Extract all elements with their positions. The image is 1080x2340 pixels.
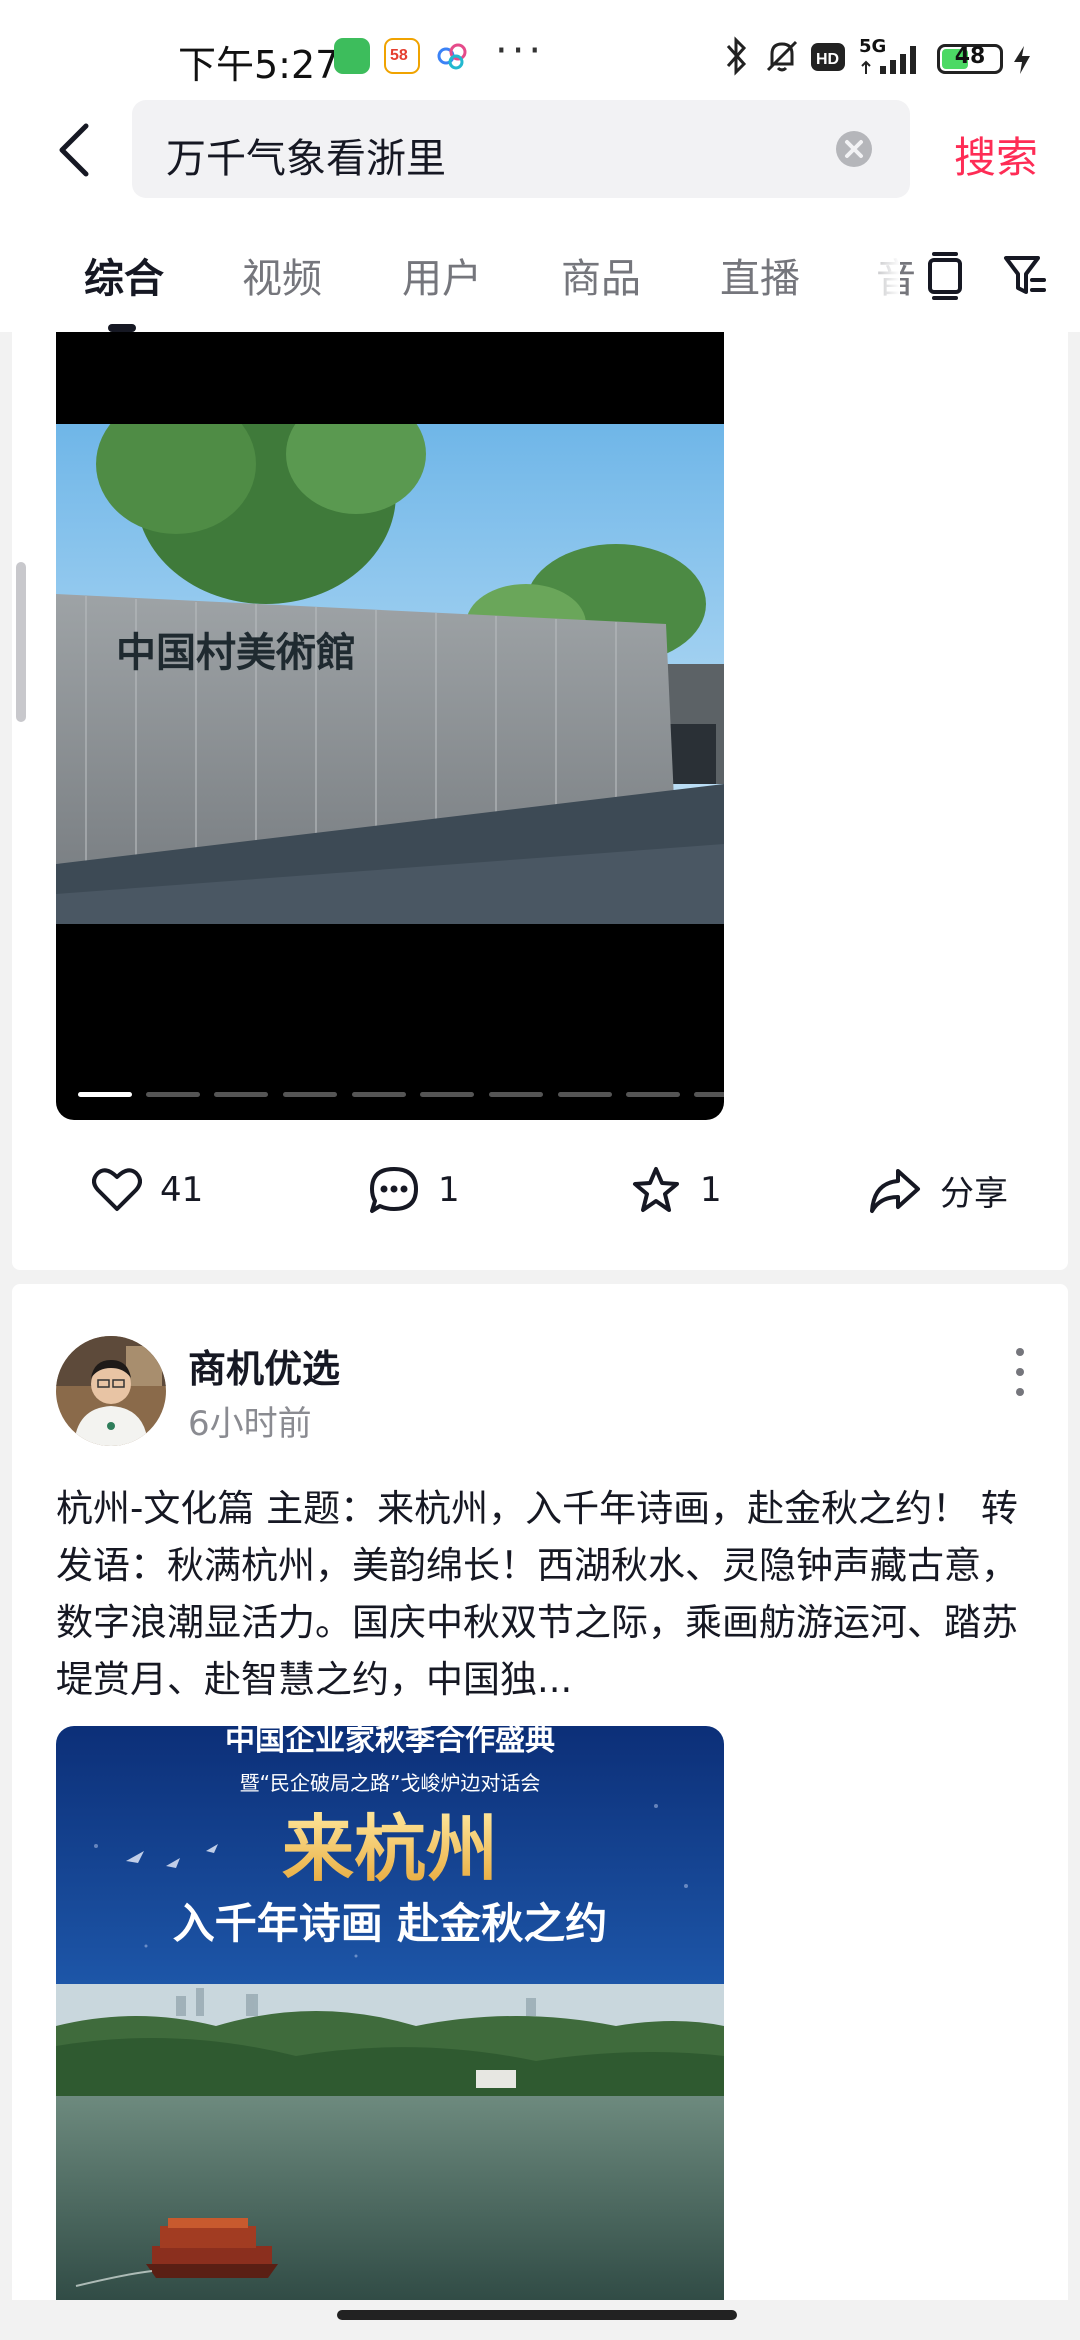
wechat-app-icon bbox=[334, 38, 370, 74]
comment-button[interactable]: 1 bbox=[368, 1160, 460, 1220]
art-museum-wall-photo: 中国村美術館 bbox=[56, 424, 724, 924]
layout-toggle-icon[interactable] bbox=[922, 250, 968, 302]
tab-fade bbox=[840, 240, 900, 310]
author-name[interactable]: 商机优选 bbox=[188, 1338, 340, 1393]
58-app-icon: 58 bbox=[384, 38, 420, 74]
gesture-navigation-bar bbox=[0, 2300, 1080, 2340]
home-indicator[interactable] bbox=[337, 2310, 737, 2320]
tab-live[interactable]: 直播 bbox=[720, 246, 800, 304]
active-tab-indicator bbox=[108, 324, 136, 332]
museum-sign-text: 中国村美術館 bbox=[116, 629, 356, 676]
search-results-feed[interactable]: 中国村美術館 41 1 1 分享 商机优选 6小时前 杭州-文化篇 主题：来杭州… bbox=[0, 332, 1080, 2300]
signal-icon bbox=[861, 46, 916, 74]
result-card-post[interactable]: 商机优选 6小时前 杭州-文化篇 主题：来杭州，入千年诗画，赴金秋之约！ 转发语… bbox=[12, 1284, 1068, 2300]
charging-icon bbox=[1014, 46, 1030, 74]
author-avatar[interactable] bbox=[56, 1336, 166, 1446]
poster-headline: 来杭州 bbox=[282, 1806, 498, 1891]
post-caption[interactable]: 杭州-文化篇 主题：来杭州，入千年诗画，赴金秋之约！ 转发语：秋满杭州，美韵绵长… bbox=[56, 1480, 1036, 1708]
poster-title: 中国企业家秋季合作盛典 bbox=[225, 1726, 555, 1758]
mute-bell-icon bbox=[766, 40, 798, 72]
share-label: 分享 bbox=[940, 1173, 1008, 1214]
result-tabs: 综合 视频 用户 商品 直播 音 bbox=[0, 220, 1080, 332]
search-header: 万千气象看浙里 搜索 bbox=[0, 100, 1080, 220]
comment-icon bbox=[370, 1167, 418, 1213]
tab-all[interactable]: 综合 bbox=[84, 246, 164, 304]
tab-video[interactable]: 视频 bbox=[242, 246, 322, 304]
post-actions-bar: 41 1 1 分享 bbox=[12, 1152, 1068, 1232]
tab-products[interactable]: 商品 bbox=[561, 246, 641, 304]
heart-icon bbox=[92, 1168, 142, 1211]
cloud-app-icon bbox=[434, 38, 470, 74]
svg-text:HD: HD bbox=[816, 51, 839, 68]
status-bar: 下午5:27 58 ··· HD 5G 48 bbox=[0, 0, 1080, 100]
more-options-icon[interactable] bbox=[1000, 1342, 1040, 1402]
back-arrow-icon[interactable] bbox=[52, 120, 96, 180]
scrollbar-thumb[interactable] bbox=[16, 562, 26, 722]
post-poster-image[interactable]: 中国企业家秋季合作盛典 暨“民企破局之路”戈峻炉边对话会 来杭州 入千年诗画 赴… bbox=[56, 1726, 724, 2300]
post-timestamp: 6小时前 bbox=[188, 1404, 312, 1444]
result-card-video[interactable]: 中国村美術館 41 1 1 分享 bbox=[12, 332, 1068, 1270]
search-input[interactable]: 万千气象看浙里 bbox=[132, 100, 910, 198]
poster-tagline: 入千年诗画 赴金秋之约 bbox=[173, 1899, 608, 1948]
star-icon bbox=[633, 1167, 679, 1212]
search-button[interactable]: 搜索 bbox=[954, 124, 1038, 185]
more-notifications-icon: ··· bbox=[495, 28, 546, 74]
share-arrow-icon bbox=[870, 1169, 920, 1213]
battery-indicator: 48 bbox=[937, 44, 1003, 74]
like-count: 41 bbox=[160, 1170, 204, 1210]
svg-text:58: 58 bbox=[390, 47, 408, 64]
share-button[interactable]: 分享 bbox=[868, 1160, 1008, 1220]
comment-count: 1 bbox=[438, 1170, 460, 1210]
favorite-count: 1 bbox=[700, 1170, 722, 1210]
poster-subtitle: 暨“民企破局之路”戈峻炉边对话会 bbox=[240, 1771, 541, 1795]
hd-voice-icon: HD bbox=[811, 43, 845, 71]
tab-users[interactable]: 用户 bbox=[402, 246, 482, 304]
status-time: 下午5:27 bbox=[178, 43, 340, 87]
favorite-button[interactable]: 1 bbox=[630, 1160, 722, 1220]
post-image-carousel[interactable]: 中国村美術館 bbox=[56, 332, 724, 1120]
search-query-text: 万千气象看浙里 bbox=[166, 136, 446, 182]
like-button[interactable]: 41 bbox=[92, 1160, 203, 1220]
filter-icon[interactable] bbox=[1002, 250, 1048, 302]
clear-search-icon[interactable] bbox=[835, 130, 873, 168]
bluetooth-icon bbox=[726, 36, 747, 76]
battery-percent: 48 bbox=[954, 44, 986, 69]
